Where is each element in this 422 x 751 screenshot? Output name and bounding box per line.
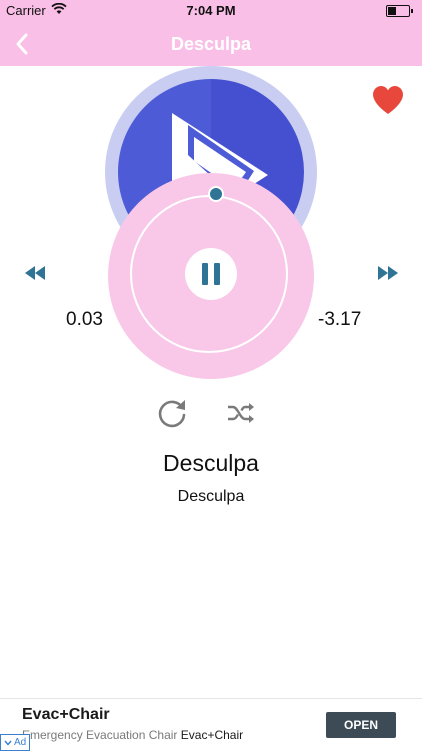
heart-icon[interactable] [371,84,405,116]
remaining-time: -3.17 [318,309,362,330]
shuffle-icon[interactable] [225,398,255,428]
song-title: Desculpa [163,450,259,476]
ad-text: Emergency Evacuation Chair Evac+Chair [22,728,243,742]
elapsed-time: 0.03 [66,309,103,330]
ad-text-brand: Evac+Chair [180,728,244,742]
nav-bar: Desculpa [0,22,422,66]
fast-forward-icon[interactable] [377,265,399,281]
chevron-down-icon [4,740,12,746]
battery-icon [386,5,413,17]
ad-title: Evac+Chair [22,706,110,723]
rewind-icon[interactable] [24,265,46,281]
ad-badge-label: Ad [14,737,27,748]
ad-open-button[interactable]: OPEN [326,712,396,738]
song-artist: Desculpa [177,488,245,505]
ad-text-prefix: Emergency Evacuation Chair [22,728,178,742]
pause-icon [202,263,208,285]
page-title: Desculpa [170,34,252,54]
status-bar: Carrier 7:04 PM [0,0,422,22]
status-time: 7:04 PM [186,3,236,18]
repeat-icon[interactable] [155,396,189,430]
ad-banner[interactable]: Evac+Chair Emergency Evacuation Chair Ev… [0,698,422,751]
pause-button[interactable] [185,248,237,300]
ad-badge[interactable]: Ad [0,734,31,751]
progress-handle[interactable] [208,186,224,202]
